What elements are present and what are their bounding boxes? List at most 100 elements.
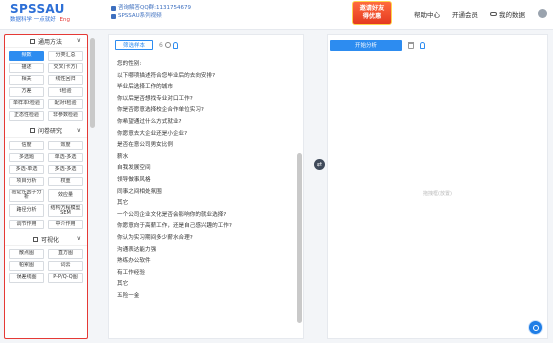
method-button[interactable]: 帕累图 [9, 261, 44, 271]
logo[interactable]: SPSSAU 数据科学 一点就好 Eng [10, 3, 70, 24]
variable-item[interactable]: 你希望通过什么方式就业? [115, 117, 293, 129]
variable-list: 您的性别: 以下哪项描述符合您毕业后的去向安排? 毕业后选择工作的城市 你以后是否想找… [115, 59, 293, 302]
variable-item[interactable]: 五险一金 [115, 291, 293, 303]
variable-item[interactable]: 薪水 [115, 152, 293, 164]
variable-item[interactable]: 沟通表达能力强 [115, 245, 293, 257]
method-button[interactable]: 方差 [9, 87, 44, 97]
section-icon [29, 38, 35, 44]
method-button[interactable]: 多选-单选 [9, 164, 44, 174]
count-value: 6 [159, 41, 163, 49]
method-button[interactable]: 中介作用 [48, 219, 83, 229]
variable-item[interactable]: 领导做事风格 [115, 175, 293, 187]
slogan-text: 数据科学 一点就好 [10, 17, 56, 23]
method-button[interactable]: 非参数检验 [48, 111, 83, 121]
section-header[interactable]: 通用方法 ∨ [5, 35, 87, 48]
method-button[interactable]: 多选-多选 [48, 164, 83, 174]
drop-zone-placeholder[interactable]: 拖拽框(放置) [328, 190, 547, 197]
chevron-down-icon: ∨ [76, 37, 81, 44]
method-grid: 频数 分类汇总 描述 交叉(卡方) 相关 线性回归 方差 t检验 单样本t检验 配对t检验 正态性检… [5, 51, 87, 121]
method-sidebar: 通用方法 ∨ 频数 分类汇总 描述 交叉(卡方) 相关 线性回归 方差 t检验 单样本t检验 配对t检… [4, 34, 88, 339]
variable-item[interactable]: 一个公司企业文化是否会影响你的就业选择? [115, 210, 293, 222]
method-button[interactable]: 频数 [9, 51, 44, 61]
method-button[interactable]: 直方图 [48, 249, 83, 259]
section-title: 问卷研究 [37, 128, 62, 135]
method-button[interactable]: 分类汇总 [48, 51, 83, 61]
section-header[interactable]: 问卷研究 ∨ [5, 125, 87, 138]
section-title: 可视化 [40, 236, 59, 244]
variable-item[interactable]: 你是否愿意选择校企合作单位实习? [115, 105, 293, 117]
sidebar-scrollbar[interactable] [90, 38, 95, 128]
start-analysis-button[interactable]: 开始分析 [330, 39, 402, 51]
top-header: SPSSAU 数据科学 一点就好 Eng 咨询解答QQ群:1131754679 … [0, 0, 553, 30]
invite-banner[interactable]: 邀请好友 得优惠 [352, 1, 392, 25]
method-button[interactable]: 权重 [48, 176, 83, 186]
variable-item[interactable]: 熟练办公软件 [115, 256, 293, 268]
filter-sample-button[interactable]: 筛选样本 [115, 40, 154, 50]
method-button[interactable]: 结构方程模型SEM [48, 204, 83, 217]
method-button[interactable]: 线性回归 [48, 75, 83, 85]
video-series-link[interactable]: SPSSAU系列视频 [118, 12, 162, 20]
variable-item[interactable]: 以下哪项描述符合您毕业后的去向安排? [115, 71, 293, 83]
tip-icon[interactable] [172, 41, 178, 49]
method-button[interactable]: 误差线图 [9, 273, 44, 283]
method-button[interactable]: 配对t检验 [48, 99, 83, 109]
language-switch[interactable]: Eng [60, 17, 70, 23]
variable-item[interactable]: 您的性别: [115, 59, 293, 71]
section-icon [29, 128, 35, 133]
variable-item[interactable]: 是否在意公司男女比例 [115, 140, 293, 152]
method-button[interactable]: 单样本t检验 [9, 99, 44, 109]
vip-link[interactable]: 开通会员 [452, 9, 478, 19]
avatar[interactable] [538, 9, 547, 18]
section-header[interactable]: 可视化 ∨ [5, 233, 87, 246]
section-title: 通用方法 [37, 38, 62, 46]
help-chat-button[interactable] [528, 320, 543, 335]
variable-item[interactable]: 你愿意向于高薪工作，还是自己感兴趣的工作? [115, 221, 293, 233]
method-button[interactable]: 项目分析 [9, 176, 44, 186]
method-grid: 信度 效度 多选题 单选-多选 多选-单选 多选-多选 项目分析 权重 验证性因子分析 效应量 路径… [5, 140, 87, 229]
variable-item[interactable]: 有工作经验 [115, 268, 293, 280]
method-button[interactable]: 词云 [48, 261, 83, 271]
variable-item[interactable]: 其它 [115, 279, 293, 291]
variable-scrollbar[interactable] [297, 153, 302, 323]
method-button[interactable]: 效度 [48, 140, 83, 150]
method-button[interactable]: 验证性因子分析 [9, 188, 44, 202]
variable-item[interactable]: 你以后是否想找专业对口工作? [115, 94, 293, 106]
trash-icon[interactable] [408, 41, 414, 49]
analysis-toolbar: 开始分析 [328, 35, 547, 55]
method-button[interactable]: 调节作用 [9, 219, 44, 229]
logo-slogan: 数据科学 一点就好 Eng [10, 17, 70, 24]
chat-icon [532, 324, 539, 331]
variable-item[interactable]: 其它 [115, 198, 293, 210]
section-icon [32, 236, 38, 242]
contact-info: 咨询解答QQ群:1131754679 SPSSAU系列视频 [111, 4, 191, 20]
my-data-link[interactable]: 我的数据 [490, 9, 525, 19]
variable-panel: 筛选样本 6 您的性别: 以下哪项描述符合您毕业后的去向安排? 毕业后选择工作的城市… [108, 34, 304, 339]
cloud-icon [490, 12, 497, 16]
my-data-label: 我的数据 [499, 11, 525, 19]
method-button[interactable]: 描述 [9, 63, 44, 73]
method-button[interactable]: 信度 [9, 140, 44, 150]
method-button[interactable]: 路径分析 [9, 204, 44, 217]
gear-icon[interactable] [164, 42, 171, 48]
top-nav: 帮助中心 开通会员 我的数据 [414, 9, 525, 19]
qq-group-link[interactable]: 咨询解答QQ群:1131754679 [118, 4, 191, 12]
method-button[interactable]: 散点图 [9, 249, 44, 259]
variable-item[interactable]: 同事之间相处氛围 [115, 187, 293, 199]
method-button[interactable]: P-P/Q-Q图 [48, 273, 83, 283]
variable-item[interactable]: 毕业后选择工作的城市 [115, 82, 293, 94]
tip-icon[interactable] [420, 41, 425, 49]
method-button[interactable]: 效应量 [48, 188, 83, 202]
variable-item[interactable]: 你认为实习期间多少薪水合理? [115, 233, 293, 245]
variable-item[interactable]: 你愿意去大企业还是小企业? [115, 129, 293, 141]
analysis-panel: 开始分析 拖拽框(放置) [327, 34, 548, 339]
method-button[interactable]: 正态性检验 [9, 111, 44, 121]
swap-icon[interactable]: ⇄ [314, 159, 325, 170]
method-button[interactable]: 单选-多选 [48, 152, 83, 162]
help-center-link[interactable]: 帮助中心 [414, 9, 440, 19]
method-button[interactable]: 交叉(卡方) [48, 63, 83, 73]
method-button[interactable]: 多选题 [9, 152, 44, 162]
method-button[interactable]: t检验 [48, 87, 83, 97]
invite-line2: 得优惠 [362, 13, 382, 20]
method-button[interactable]: 相关 [9, 75, 44, 85]
variable-item[interactable]: 自我发展空间 [115, 163, 293, 175]
